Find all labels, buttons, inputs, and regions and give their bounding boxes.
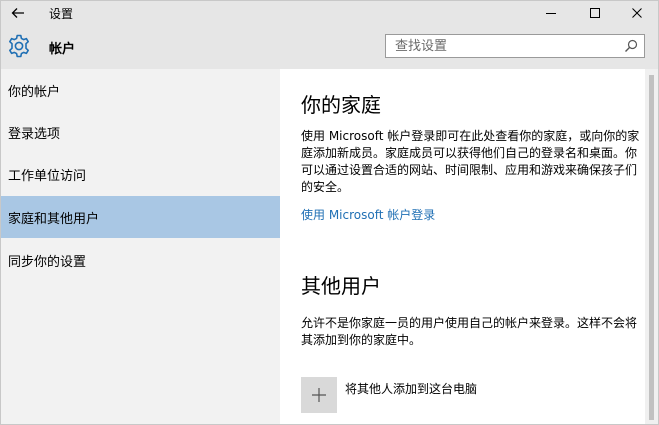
close-button[interactable] (615, 1, 658, 25)
sidebar-nav: 你的帐户 登录选项 工作单位访问 家庭和其他用户 同步你的设置 (1, 69, 280, 424)
title-bar: 设置 (1, 1, 658, 25)
scrollbar[interactable] (645, 69, 658, 424)
back-button[interactable] (1, 1, 35, 25)
sidebar-item-label: 家庭和其他用户 (8, 211, 100, 227)
sidebar-item-label: 登录选项 (8, 126, 61, 142)
sidebar-item-label: 同步你的设置 (8, 254, 87, 270)
sidebar-item-sign-in-options[interactable]: 登录选项 (1, 111, 280, 153)
window-title: 设置 (49, 7, 74, 21)
plus-icon (312, 388, 326, 402)
sidebar-item-your-account[interactable]: 你的帐户 (1, 69, 280, 111)
add-user-label[interactable]: 将其他人添加到这台电脑 (345, 380, 477, 397)
sidebar-item-label: 工作单位访问 (8, 168, 87, 184)
content-pane: 你的家庭 使用 Microsoft 帐户登录即可在此处查看你的家庭，或向你的家庭… (280, 69, 658, 424)
settings-window: 设置 帐户 查找设置 你的帐户 登录选项 工作单位访问 家庭和其他用户 同步你的… (0, 0, 659, 425)
maximize-button[interactable] (573, 1, 617, 25)
search-box[interactable] (385, 34, 645, 58)
scrollbar-thumb[interactable] (649, 75, 654, 420)
other-users-description: 允许不是你家庭一员的用户使用自己的帐户来登录。这样不会将其添加到你的家庭中。 (301, 316, 638, 347)
search-icon[interactable] (624, 39, 638, 53)
search-input[interactable] (386, 35, 623, 57)
sidebar-item-label: 你的帐户 (8, 84, 61, 100)
sidebar-item-family-other-users[interactable]: 家庭和其他用户 (1, 196, 280, 238)
minimize-icon (546, 13, 556, 14)
family-description: 使用 Microsoft 帐户登录即可在此处查看你的家庭，或向你的家庭添加新成员… (301, 129, 640, 194)
add-user-button[interactable] (301, 377, 337, 413)
family-heading: 你的家庭 (301, 93, 381, 117)
minimize-button[interactable] (529, 1, 573, 25)
microsoft-signin-link[interactable]: 使用 Microsoft 帐户登录 (301, 206, 435, 223)
section-title: 帐户 (49, 42, 76, 57)
settings-header: 帐户 (1, 25, 658, 69)
maximize-icon (590, 8, 600, 18)
gear-icon (9, 34, 29, 58)
close-icon (632, 8, 642, 18)
arrow-left-icon (11, 8, 24, 18)
other-users-heading: 其他用户 (301, 274, 381, 298)
sidebar-item-work-access[interactable]: 工作单位访问 (1, 153, 280, 195)
sidebar-item-sync-settings[interactable]: 同步你的设置 (1, 239, 280, 281)
